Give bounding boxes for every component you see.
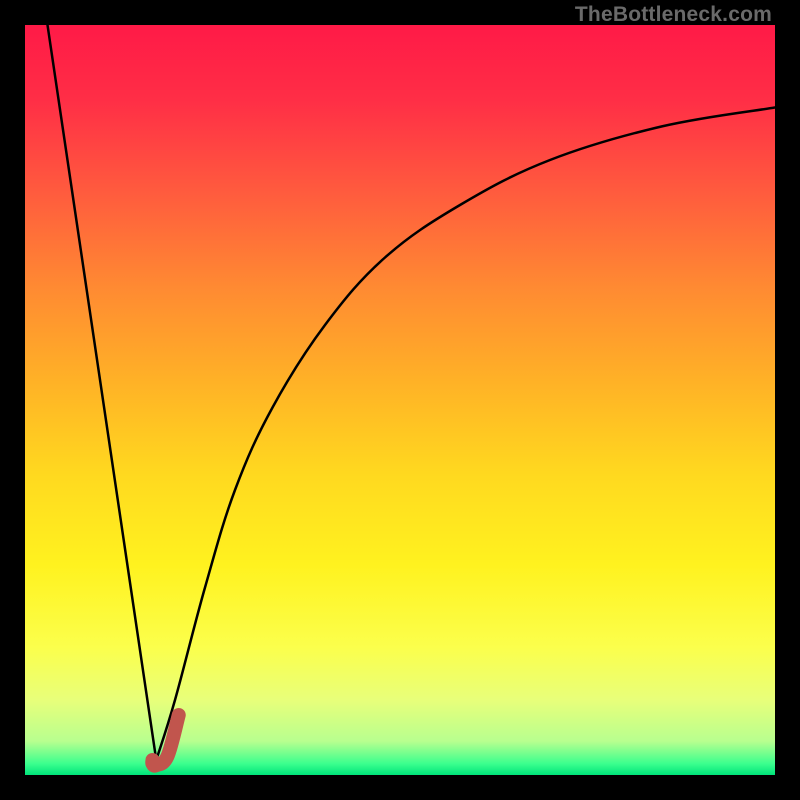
bottleneck-chart <box>25 25 775 775</box>
gradient-background <box>25 25 775 775</box>
chart-frame <box>25 25 775 775</box>
attribution-text: TheBottleneck.com <box>575 3 772 27</box>
